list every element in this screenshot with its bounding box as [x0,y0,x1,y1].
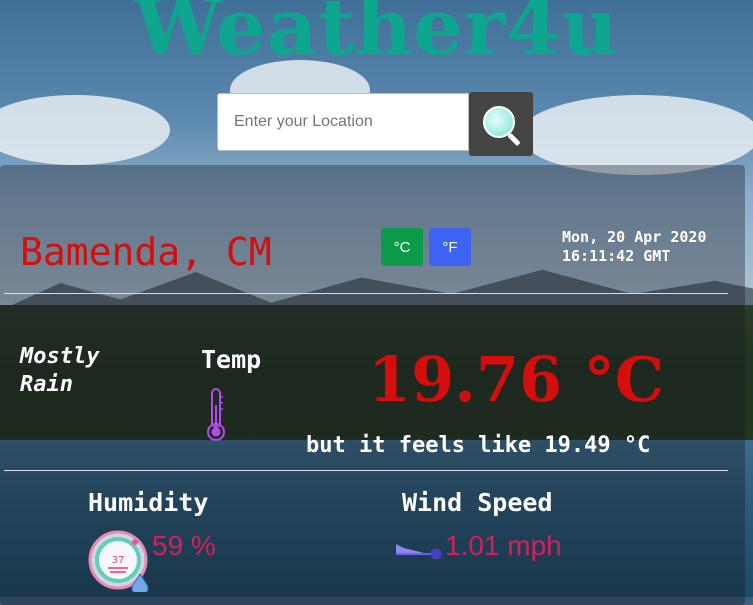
thermometer-icon [207,388,225,441]
wind-speed-value: 1.01 mph [445,530,562,561]
humidity-gauge-icon: 37 [88,530,149,592]
wind-icon [396,544,442,560]
divider [4,293,728,294]
celsius-button[interactable]: °C [381,228,423,266]
humidity-value: 59 % [152,530,216,561]
wind-speed-label: Wind Speed [402,488,553,517]
search-icon [481,104,521,147]
location-name: Bamenda, CM [20,230,272,274]
cloud [520,95,753,175]
divider [4,470,728,471]
temperature-value: 19.76 °C [368,343,665,416]
search-input[interactable] [217,93,469,151]
search-bar [217,92,533,156]
temp-label: Temp [201,345,262,374]
fahrenheit-button[interactable]: °F [429,228,471,266]
datetime: Mon, 20 Apr 2020 16:11:42 GMT [562,228,707,265]
weather-condition: Mostly Rain [20,344,100,397]
search-button[interactable] [469,92,533,156]
feels-like: but it feels like 19.49 °C [306,433,651,458]
app-title: Weather4u [134,0,619,73]
humidity-label: Humidity [88,488,209,517]
gauge-text: 37 [112,555,125,566]
